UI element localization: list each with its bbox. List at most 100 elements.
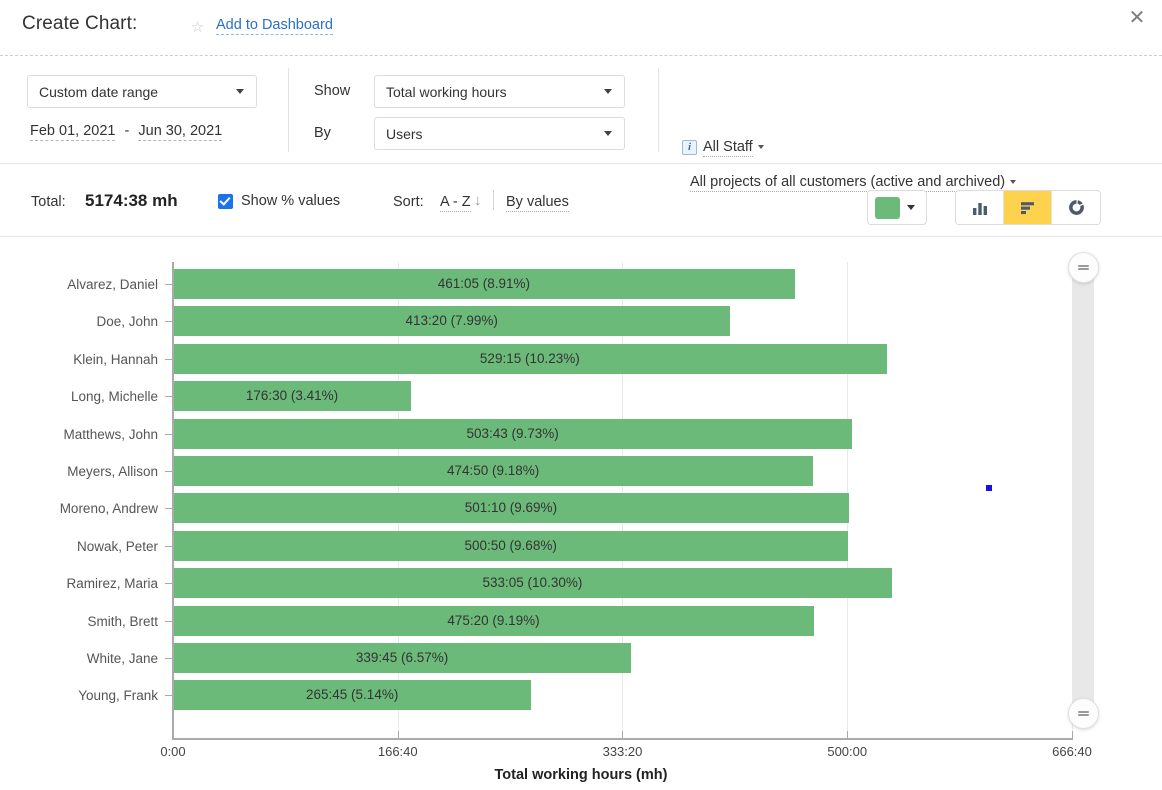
y-axis-tick [165, 396, 174, 397]
grip-lines-icon [1078, 264, 1089, 272]
filter-divider-1 [288, 68, 289, 152]
grip-lines-icon [1078, 710, 1089, 718]
y-axis-category-label: Doe, John [8, 314, 158, 329]
y-axis-tick [165, 695, 174, 696]
show-select[interactable]: Total working hours [374, 75, 625, 108]
show-percent-values-label: Show % values [241, 193, 340, 209]
bar-value-label: 500:50 (9.68%) [173, 531, 848, 561]
y-axis-category-label: White, Jane [8, 651, 158, 666]
y-axis-tick [165, 621, 174, 622]
chart-canvas: Alvarez, Daniel Doe, John Klein, Hannah Lon… [0, 237, 1162, 790]
chevron-down-icon [907, 205, 915, 210]
total-value: 5174:38 mh [85, 191, 178, 211]
bar-value-label: 339:45 (6.57%) [173, 643, 631, 673]
close-icon[interactable]: ✕ [1124, 5, 1150, 31]
chart-scroll-grip-top[interactable] [1068, 252, 1099, 283]
bar-value-label: 533:05 (10.30%) [173, 568, 892, 598]
x-axis-tick [1072, 731, 1073, 740]
bar-value-label: 503:43 (9.73%) [173, 419, 852, 449]
x-axis-tick [847, 731, 848, 740]
date-separator: - [125, 123, 130, 139]
y-axis-category-label: Meyers, Allison [8, 464, 158, 479]
chevron-down-icon [758, 145, 764, 149]
by-label: By [314, 125, 331, 141]
y-axis-category-label: Matthews, John [8, 427, 158, 442]
chart-type-group [955, 190, 1101, 225]
show-label: Show [314, 83, 350, 99]
y-axis-category-label: Moreno, Andrew [8, 501, 158, 516]
x-axis-tick-label: 333:20 [572, 744, 672, 759]
chevron-down-icon [236, 89, 244, 94]
column-chart-button[interactable] [956, 191, 1004, 224]
x-axis-tick [173, 731, 174, 740]
y-axis-category-label: Klein, Hannah [8, 352, 158, 367]
y-axis-tick [165, 583, 174, 584]
date-range-value: Custom date range [28, 84, 236, 100]
y-axis-category-label: Nowak, Peter [8, 539, 158, 554]
bar-value-label: 501:10 (9.69%) [173, 493, 849, 523]
y-axis-tick [165, 508, 174, 509]
bar-value-label: 529:15 (10.23%) [173, 344, 887, 374]
add-to-dashboard-link[interactable]: Add to Dashboard [216, 17, 333, 35]
checkbox-icon [218, 194, 233, 209]
y-axis-category-label: Smith, Brett [8, 614, 158, 629]
color-swatch [875, 197, 900, 219]
y-axis-category-label: Ramirez, Maria [8, 576, 158, 591]
donut-chart-button[interactable] [1052, 191, 1100, 224]
chart-plot-area: 461:05 (8.91%) 413:20 (7.99%) 529:15 (10.2… [173, 262, 1072, 738]
show-percent-values-checkbox[interactable]: Show % values [218, 193, 340, 209]
bar-chart-button[interactable] [1004, 191, 1052, 224]
x-axis-tick [622, 731, 623, 740]
bar-value-label: 474:50 (9.18%) [173, 456, 813, 486]
sort-label: Sort: [393, 194, 424, 210]
sort-by-values-button[interactable]: By values [506, 194, 569, 212]
cursor-marker [986, 485, 992, 491]
show-value: Total working hours [375, 84, 604, 100]
bar-value-label: 461:05 (8.91%) [173, 269, 795, 299]
y-axis-category-label: Long, Michelle [8, 389, 158, 404]
staff-filter-row: i All Staff [682, 139, 764, 155]
color-picker-button[interactable] [867, 190, 927, 225]
x-axis-tick-label: 500:00 [797, 744, 897, 759]
by-value: Users [375, 126, 604, 142]
total-label: Total: [31, 194, 66, 210]
date-from-field[interactable]: Feb 01, 2021 [30, 123, 115, 141]
filter-bar: Custom date range Feb 01, 2021 - Jun 30,… [0, 56, 1162, 163]
bar-value-label: 413:20 (7.99%) [173, 306, 730, 336]
y-axis-tick [165, 434, 174, 435]
date-to-field[interactable]: Jun 30, 2021 [138, 123, 222, 141]
filter-divider-2 [658, 68, 659, 152]
sort-descending-arrow-icon[interactable]: ↓ [474, 192, 482, 209]
x-axis-tick-label: 0:00 [123, 744, 223, 759]
chart-scroll-grip-bottom[interactable] [1068, 698, 1099, 729]
y-axis-tick [165, 359, 174, 360]
chart-scrollbar-track[interactable] [1073, 257, 1094, 717]
y-axis-category-label: Alvarez, Daniel [8, 277, 158, 292]
y-axis-category-labels: Alvarez, Daniel Doe, John Klein, Hannah Lon… [0, 237, 158, 790]
y-axis-line [172, 262, 174, 739]
chevron-down-icon [604, 89, 612, 94]
sort-separator [493, 190, 494, 210]
y-axis-category-label: Young, Frank [8, 688, 158, 703]
dialog-header: Create Chart: ☆ Add to Dashboard ✕ [0, 0, 1162, 55]
by-select[interactable]: Users [374, 117, 625, 150]
x-axis-tick [398, 731, 399, 740]
sort-alphabetical-button[interactable]: A - Z [440, 194, 471, 212]
date-range-select[interactable]: Custom date range [27, 75, 257, 108]
info-icon[interactable]: i [682, 140, 697, 155]
x-axis-tick-label: 166:40 [348, 744, 448, 759]
staff-filter[interactable]: All Staff [703, 139, 753, 157]
bar-value-label: 475:20 (9.19%) [173, 606, 814, 636]
date-range-row: Feb 01, 2021 - Jun 30, 2021 [30, 123, 222, 139]
bar-value-label: 176:30 (3.41%) [173, 381, 411, 411]
y-axis-tick [165, 284, 174, 285]
bar-value-label: 265:45 (5.14%) [173, 680, 531, 710]
y-axis-tick [165, 658, 174, 659]
y-axis-tick [165, 546, 174, 547]
chevron-down-icon [604, 131, 612, 136]
star-icon[interactable]: ☆ [189, 19, 206, 36]
page-title: Create Chart: [22, 13, 137, 35]
x-axis-tick-label: 666:40 [1022, 744, 1122, 759]
y-axis-tick [165, 321, 174, 322]
x-axis-title: Total working hours (mh) [0, 767, 1162, 783]
